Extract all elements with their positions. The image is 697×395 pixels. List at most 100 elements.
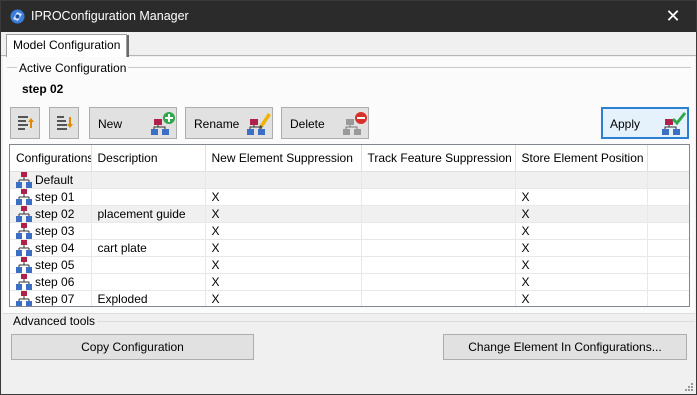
change-element-button[interactable]: Change Element In Configurations... bbox=[443, 334, 687, 360]
cell-description[interactable]: cart plate bbox=[91, 239, 206, 257]
cell-description[interactable] bbox=[91, 171, 206, 189]
cell-configuration: step 04 bbox=[10, 239, 92, 257]
config-tree-icon bbox=[16, 205, 32, 221]
config-manager-window: IPROConfiguration Manager ✕ Model Config… bbox=[0, 0, 697, 395]
table-row[interactable]: step 06 X X bbox=[10, 273, 689, 291]
cell-new-element-suppression[interactable]: X bbox=[205, 222, 362, 240]
cell-track-feature-suppression[interactable] bbox=[361, 188, 516, 206]
resize-grip-icon[interactable] bbox=[683, 381, 693, 391]
configuration-name: step 07 bbox=[16, 290, 90, 306]
cell-filler bbox=[647, 256, 689, 274]
table-row[interactable]: step 03 X X bbox=[10, 222, 689, 240]
cell-new-element-suppression[interactable]: X bbox=[205, 205, 362, 223]
delete-config-icon bbox=[343, 112, 367, 135]
column-header-store-element-position[interactable]: Store Element Position bbox=[515, 145, 648, 172]
config-tree-icon bbox=[16, 273, 32, 289]
cell-new-element-suppression[interactable]: X bbox=[205, 239, 362, 257]
delete-button-label: Delete bbox=[290, 117, 325, 131]
configuration-name: step 04 bbox=[16, 239, 90, 255]
table-row[interactable]: step 02 placement guide X X bbox=[10, 205, 689, 223]
cell-filler bbox=[647, 205, 689, 223]
configuration-name: Default bbox=[16, 171, 90, 187]
cell-new-element-suppression[interactable]: X bbox=[205, 188, 362, 206]
configuration-label: step 01 bbox=[35, 189, 75, 204]
cell-track-feature-suppression[interactable] bbox=[361, 205, 516, 223]
cell-filler bbox=[647, 290, 689, 306]
configuration-label: step 03 bbox=[35, 223, 75, 238]
table-row[interactable]: step 07 Exploded X X bbox=[10, 290, 689, 306]
column-header-configurations[interactable]: Configurations bbox=[10, 145, 92, 172]
cell-description[interactable] bbox=[91, 273, 206, 291]
configuration-name: step 06 bbox=[16, 273, 90, 289]
table-row[interactable]: step 04 cart plate X X bbox=[10, 239, 689, 257]
cell-new-element-suppression[interactable]: X bbox=[205, 256, 362, 274]
cell-track-feature-suppression[interactable] bbox=[361, 239, 516, 257]
sort-down-button[interactable] bbox=[49, 107, 79, 139]
delete-button[interactable]: Delete bbox=[281, 107, 369, 139]
cell-track-feature-suppression[interactable] bbox=[361, 222, 516, 240]
cell-store-element-position[interactable]: X bbox=[515, 205, 648, 223]
cell-track-feature-suppression[interactable] bbox=[361, 256, 516, 274]
cell-configuration: step 02 bbox=[10, 205, 92, 223]
cell-filler bbox=[647, 222, 689, 240]
cell-description[interactable]: placement guide bbox=[91, 205, 206, 223]
cell-new-element-suppression[interactable]: X bbox=[205, 290, 362, 306]
configurations-grid[interactable]: Configurations Description New Element S… bbox=[9, 144, 690, 307]
cell-description[interactable] bbox=[91, 188, 206, 206]
config-tree-icon bbox=[16, 256, 32, 272]
tab-model-configuration[interactable]: Model Configuration bbox=[6, 34, 130, 57]
configuration-label: step 06 bbox=[35, 274, 75, 289]
config-tree-icon bbox=[16, 239, 32, 255]
cell-configuration: step 03 bbox=[10, 222, 92, 240]
table-row[interactable]: step 05 X X bbox=[10, 256, 689, 274]
configuration-label: Default bbox=[35, 172, 74, 187]
close-button[interactable]: ✕ bbox=[650, 1, 696, 32]
table-row[interactable]: step 01 X X bbox=[10, 188, 689, 206]
advanced-tools-divider bbox=[97, 321, 695, 322]
list-sort-icon bbox=[18, 116, 34, 130]
cell-store-element-position[interactable] bbox=[515, 171, 648, 189]
sort-up-button[interactable] bbox=[10, 107, 40, 139]
column-header-description[interactable]: Description bbox=[91, 145, 206, 172]
cell-description[interactable]: Exploded bbox=[91, 290, 206, 306]
cell-store-element-position[interactable]: X bbox=[515, 256, 648, 274]
cell-description[interactable] bbox=[91, 256, 206, 274]
tab-strip: Model Configuration bbox=[1, 32, 696, 57]
configuration-name: step 01 bbox=[16, 188, 90, 204]
cell-store-element-position[interactable]: X bbox=[515, 239, 648, 257]
new-button-label: New bbox=[98, 117, 123, 131]
cell-filler bbox=[647, 188, 689, 206]
column-header-new-element-suppression[interactable]: New Element Suppression bbox=[205, 145, 362, 172]
cell-filler bbox=[647, 239, 689, 257]
rename-button[interactable]: Rename bbox=[185, 107, 273, 139]
table-row[interactable]: Default bbox=[10, 171, 689, 189]
configuration-name: step 05 bbox=[16, 256, 90, 272]
cell-new-element-suppression[interactable] bbox=[205, 171, 362, 189]
rename-button-label: Rename bbox=[194, 117, 240, 131]
cell-description[interactable] bbox=[91, 222, 206, 240]
cell-store-element-position[interactable]: X bbox=[515, 188, 648, 206]
cell-configuration: step 06 bbox=[10, 273, 92, 291]
cell-new-element-suppression[interactable]: X bbox=[205, 273, 362, 291]
title-bar[interactable]: IPROConfiguration Manager ✕ bbox=[1, 1, 696, 32]
cell-store-element-position[interactable]: X bbox=[515, 222, 648, 240]
active-configuration-value: step 02 bbox=[22, 82, 64, 96]
cell-store-element-position[interactable]: X bbox=[515, 273, 648, 291]
cell-configuration: step 01 bbox=[10, 188, 92, 206]
configuration-label: step 02 bbox=[35, 206, 75, 221]
apply-config-icon bbox=[662, 112, 687, 135]
copy-configuration-button[interactable]: Copy Configuration bbox=[11, 334, 254, 360]
cell-track-feature-suppression[interactable] bbox=[361, 171, 516, 189]
cell-store-element-position[interactable]: X bbox=[515, 290, 648, 306]
window-title: IPROConfiguration Manager bbox=[31, 9, 189, 23]
apply-button-label: Apply bbox=[610, 117, 641, 131]
cell-filler bbox=[647, 273, 689, 291]
configuration-name: step 03 bbox=[16, 222, 90, 238]
grid-header-row: Configurations Description New Element S… bbox=[10, 145, 689, 172]
column-header-track-feature-suppression[interactable]: Track Feature Suppression bbox=[361, 145, 516, 172]
apply-button[interactable]: Apply bbox=[601, 107, 689, 139]
new-button[interactable]: New bbox=[89, 107, 177, 139]
active-configuration-label: Active Configuration bbox=[17, 61, 129, 75]
cell-track-feature-suppression[interactable] bbox=[361, 273, 516, 291]
cell-track-feature-suppression[interactable] bbox=[361, 290, 516, 306]
